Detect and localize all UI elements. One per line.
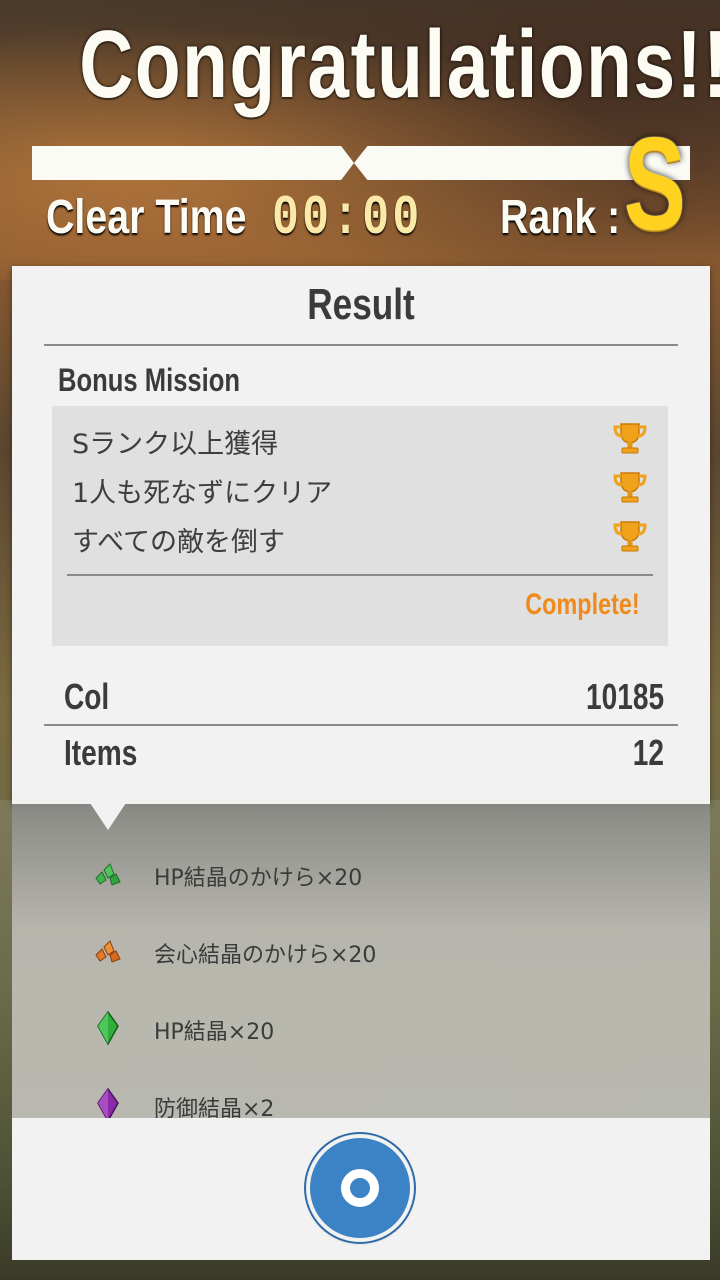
result-divider [44,344,678,346]
list-item: HP結晶×20 [12,998,710,1058]
result-panel: Result Bonus Mission Sランク以上獲得 1人も死なずにクリア [12,266,710,804]
clear-time-value: 00:00 [272,186,423,250]
mission-item: すべての敵を倒す [72,516,652,558]
green-crystal-icon [97,1010,119,1046]
rank-label: Rank : [500,191,621,244]
list-item: 防御結晶×2 [12,1075,710,1118]
circle-ok-icon [341,1169,379,1207]
trophy-icon [613,472,647,503]
items-value: 12 [632,732,664,773]
orange-crystal-shard-icon [95,940,121,963]
complete-label: Complete! [525,588,640,621]
item-list[interactable]: HP結晶のかけら×20 会心結晶のかけら×20 HP結晶×20 防御結晶×2 [12,804,710,1118]
list-item: 会心結晶のかけら×20 [12,921,710,981]
list-item: HP結晶のかけら×20 [12,844,710,904]
item-label: 会心結晶のかけら×20 [154,943,377,968]
trophy-icon [613,423,647,454]
ok-button[interactable] [310,1138,410,1238]
rank-value: S [624,110,686,257]
items-label: Items [64,732,138,773]
mission-label: 1人も死なずにクリア [72,478,333,509]
item-label: HP結晶×20 [154,1020,275,1045]
congratulations-title: Congratulations!! [79,11,720,118]
col-label: Col [64,676,110,717]
stats-divider [44,724,678,726]
mission-divider [67,574,653,576]
bottom-bar [12,1118,710,1260]
green-crystal-shard-icon [95,863,121,886]
result-title: Result [307,280,415,329]
item-label: HP結晶のかけら×20 [154,866,363,891]
mission-label: Sランク以上獲得 [72,429,279,460]
purple-crystal-icon [97,1087,119,1118]
trophy-icon [613,521,647,552]
bonus-mission-box: Sランク以上獲得 1人も死なずにクリア すべての敵を倒す Complete! [52,406,668,646]
clear-time-label: Clear Time [46,191,247,244]
mission-item: 1人も死なずにクリア [72,467,652,509]
header-divider-left [32,146,354,180]
mission-item: Sランク以上獲得 [72,418,652,460]
col-value: 10185 [585,676,664,717]
bonus-mission-title: Bonus Mission [58,362,241,398]
item-label: 防御結晶×2 [154,1097,275,1118]
mission-label: すべての敵を倒す [72,527,286,558]
